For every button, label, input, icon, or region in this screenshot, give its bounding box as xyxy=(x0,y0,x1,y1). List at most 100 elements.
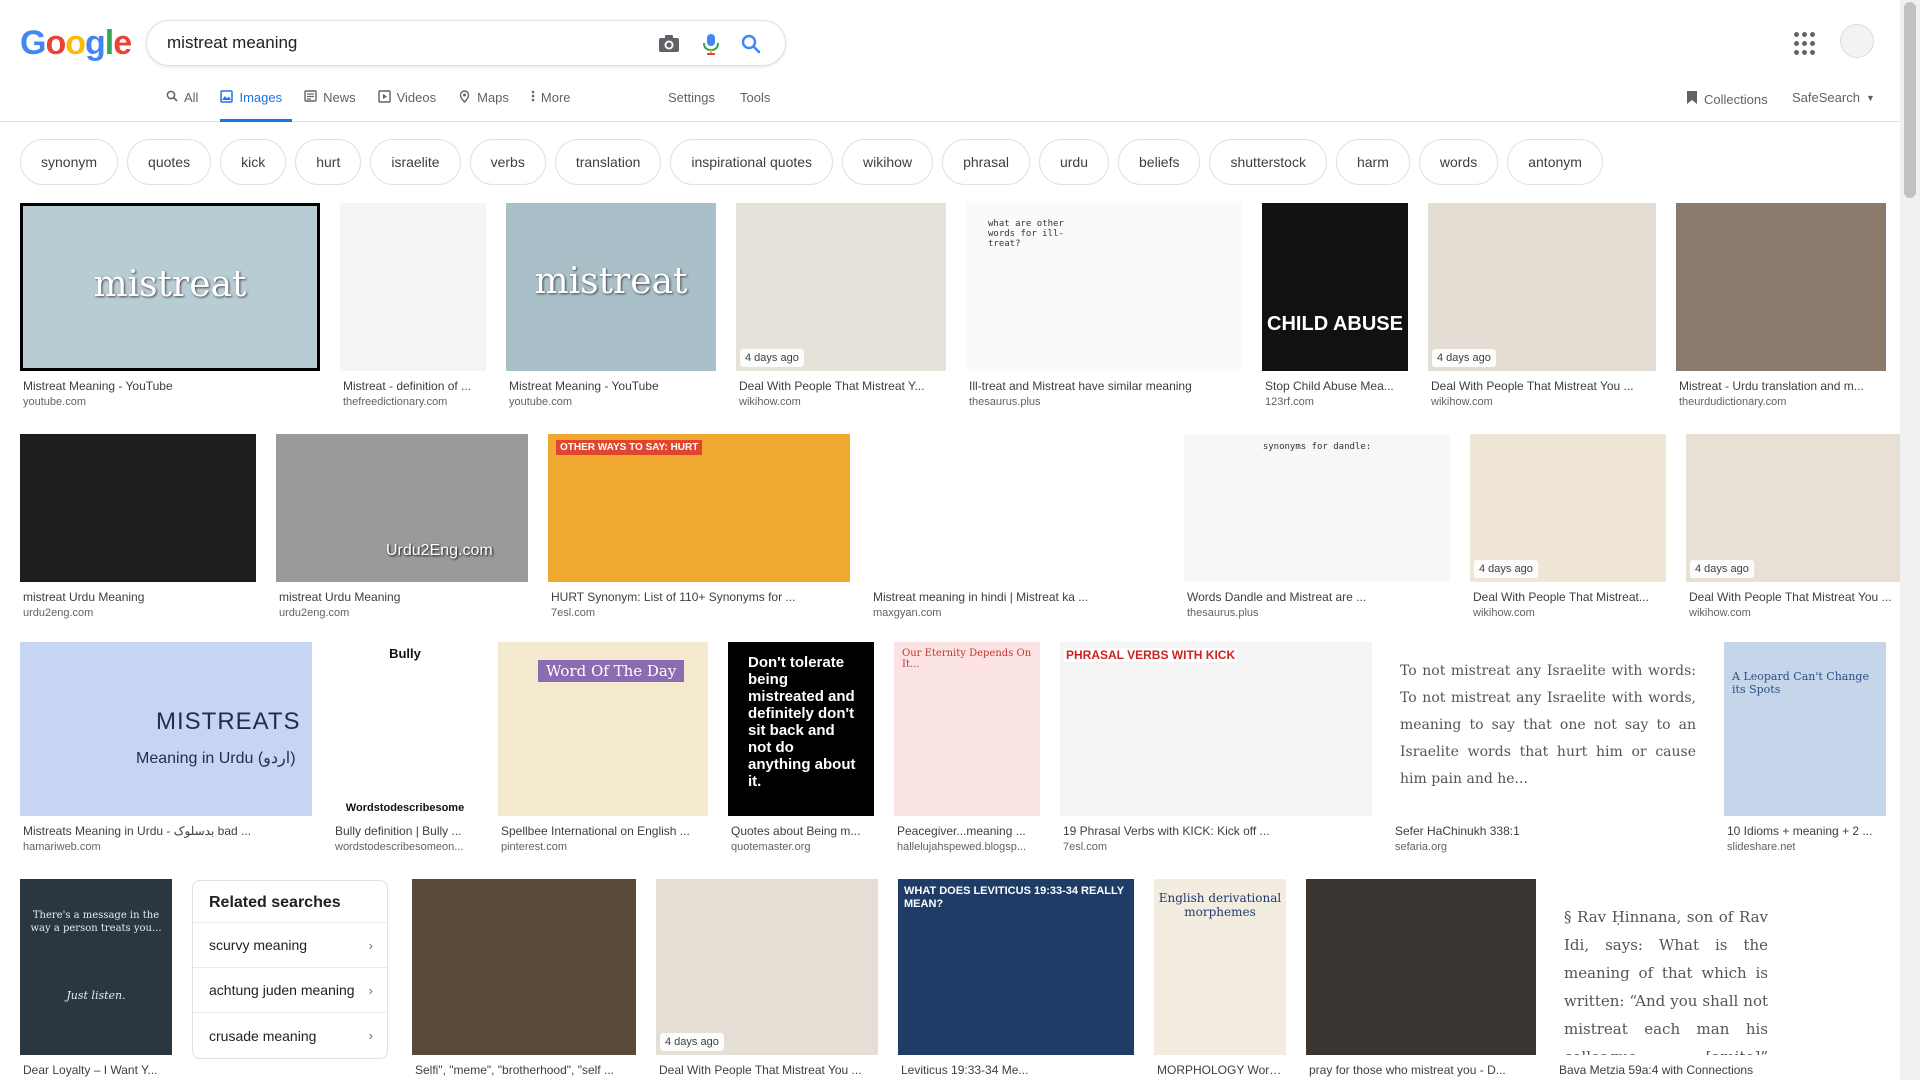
image-thumbnail[interactable]: § Rav Ḥinnana, son of Rav Idi, says: Wha… xyxy=(1556,879,1776,1055)
image-result[interactable]: Selfi", "meme", "brotherhood", "self ... xyxy=(412,879,636,1077)
image-result[interactable]: mistreat Mistreat Meaning - YouTube youtub… xyxy=(20,203,320,408)
image-result[interactable]: mistreat Urdu Meaning urdu2eng.com xyxy=(20,434,256,619)
chip-inspirational-quotes[interactable]: inspirational quotes xyxy=(670,139,834,185)
image-result[interactable]: MISTREATS Meaning in Urdu (اردو) Mistreats… xyxy=(20,642,312,853)
image-thumbnail[interactable]: mistreat xyxy=(20,203,320,371)
image-thumbnail[interactable]: English derivational morphemes xyxy=(1154,879,1286,1055)
image-thumbnail[interactable] xyxy=(20,434,256,582)
tab-news[interactable]: News xyxy=(304,88,366,122)
image-title[interactable]: Mistreat - Urdu translation and m... xyxy=(1676,379,1886,393)
chip-quotes[interactable]: quotes xyxy=(127,139,212,185)
search-icon[interactable] xyxy=(739,32,763,56)
chip-kick[interactable]: kick xyxy=(220,139,287,185)
image-result[interactable]: 4 days ago Deal With People That Mistreat… xyxy=(1428,203,1656,408)
image-title[interactable]: 10 Idioms + meaning + 2 ... xyxy=(1724,824,1886,838)
image-thumbnail[interactable]: OTHER WAYS TO SAY: HURT xyxy=(548,434,850,582)
image-thumbnail[interactable]: PHRASAL VERBS WITH KICK xyxy=(1060,642,1372,816)
image-title[interactable]: Mistreat meaning in hindi | Mistreat ka … xyxy=(870,590,1164,604)
image-thumbnail[interactable]: MISTREATS Meaning in Urdu (اردو) xyxy=(20,642,312,816)
chip-hurt[interactable]: hurt xyxy=(295,139,362,185)
image-title[interactable]: Quotes about Being m... xyxy=(728,824,874,838)
image-thumbnail[interactable] xyxy=(412,879,636,1055)
chip-wikihow[interactable]: wikihow xyxy=(842,139,934,185)
image-title[interactable]: Peacegiver...meaning ... xyxy=(894,824,1040,838)
image-result[interactable]: Mistreat meaning in hindi | Mistreat ka … xyxy=(870,434,1164,619)
image-result[interactable]: Urdu2Eng.com mistreat Urdu Meaning urdu2en… xyxy=(276,434,528,619)
image-thumbnail[interactable]: 4 days ago xyxy=(656,879,878,1055)
image-result[interactable]: Don't tolerate being mistreated and defi… xyxy=(728,642,874,853)
avatar[interactable] xyxy=(1840,24,1874,58)
tab-images[interactable]: Images xyxy=(220,88,293,122)
image-result[interactable]: synonyms for dandle: Words Dandle and Mis… xyxy=(1184,434,1450,619)
image-title[interactable]: Stop Child Abuse Mea... xyxy=(1262,379,1408,393)
image-thumbnail[interactable]: A Leopard Can't Change its Spots xyxy=(1724,642,1886,816)
image-result[interactable]: mistreat Mistreat Meaning - YouTube youtub… xyxy=(506,203,716,408)
image-title[interactable]: Deal With People That Mistreat... xyxy=(1470,590,1666,604)
image-title[interactable]: Mistreat Meaning - YouTube xyxy=(20,379,320,393)
google-logo[interactable]: Google xyxy=(20,24,132,63)
camera-icon[interactable] xyxy=(657,32,681,56)
image-result[interactable]: WHAT DOES LEVITICUS 19:33-34 REALLY MEAN… xyxy=(898,879,1134,1077)
image-result[interactable]: 4 days ago Deal With People That Mistreat… xyxy=(1686,434,1906,619)
image-thumbnail[interactable]: Urdu2Eng.com xyxy=(276,434,528,582)
chip-phrasal[interactable]: phrasal xyxy=(942,139,1030,185)
image-result[interactable]: To not mistreat any Israelite with words… xyxy=(1392,642,1704,853)
apps-grid-icon[interactable] xyxy=(1794,32,1818,56)
image-result[interactable]: CHILD ABUSE Stop Child Abuse Mea... 123rf.… xyxy=(1262,203,1408,408)
image-thumbnail[interactable]: Bully Wordstodescribesome xyxy=(332,642,478,816)
image-result[interactable]: 4 days ago Deal With People That Mistreat… xyxy=(1470,434,1666,619)
tab-videos[interactable]: Videos xyxy=(377,88,447,122)
chip-israelite[interactable]: israelite xyxy=(370,139,461,185)
image-title[interactable]: Deal With People That Mistreat You ... xyxy=(1428,379,1656,393)
image-result[interactable]: OTHER WAYS TO SAY: HURT HURT Synonym: Lis… xyxy=(548,434,850,619)
chip-words[interactable]: words xyxy=(1418,139,1499,185)
image-result[interactable]: what are other words for ill-treat? Ill-t… xyxy=(966,203,1242,408)
image-title[interactable]: Deal With People That Mistreat You ... xyxy=(656,1063,878,1077)
image-result[interactable]: A Leopard Can't Change its Spots 10 Idiom… xyxy=(1724,642,1886,853)
image-thumbnail[interactable] xyxy=(1676,203,1886,371)
image-thumbnail[interactable]: 4 days ago xyxy=(1686,434,1906,582)
image-title[interactable]: MORPHOLOGY Words and their parts.... xyxy=(1154,1063,1286,1077)
settings-link[interactable]: Settings xyxy=(668,90,715,105)
chip-antonym[interactable]: antonym xyxy=(1507,139,1603,185)
image-result[interactable]: § Rav Ḥinnana, son of Rav Idi, says: Wha… xyxy=(1556,879,1776,1077)
image-thumbnail[interactable]: 4 days ago xyxy=(1428,203,1656,371)
chip-shutterstock[interactable]: shutterstock xyxy=(1209,139,1327,185)
image-title[interactable]: Deal With People That Mistreat Y... xyxy=(736,379,946,393)
collections-button[interactable]: Collections xyxy=(1686,90,1768,108)
image-thumbnail[interactable]: 4 days ago xyxy=(1470,434,1666,582)
image-result[interactable]: 4 days ago Deal With People That Mistreat… xyxy=(656,879,878,1077)
image-result[interactable]: Mistreat - Urdu translation and m... theu… xyxy=(1676,203,1886,408)
chip-synonym[interactable]: synonym xyxy=(20,139,119,185)
image-title[interactable]: Leviticus 19:33-34 Me... xyxy=(898,1063,1134,1077)
image-title[interactable]: Sefer HaChinukh 338:1 xyxy=(1392,824,1704,838)
image-title[interactable]: Bava Metzia 59a:4 with Connections xyxy=(1556,1063,1776,1077)
safesearch-button[interactable]: SafeSearch ▼ xyxy=(1792,90,1875,105)
image-thumbnail[interactable]: There's a message in the way a person tr… xyxy=(20,879,172,1055)
image-thumbnail[interactable]: WHAT DOES LEVITICUS 19:33-34 REALLY MEAN… xyxy=(898,879,1134,1055)
image-result[interactable]: Our Eternity Depends On It... Peacegiver.… xyxy=(894,642,1040,853)
image-title[interactable]: mistreat Urdu Meaning xyxy=(20,590,256,604)
search-input[interactable] xyxy=(167,31,637,55)
image-title[interactable]: Mistreat Meaning - YouTube xyxy=(506,379,716,393)
image-result[interactable]: There's a message in the way a person tr… xyxy=(20,879,172,1077)
image-result[interactable]: Word Of The Day Spellbee International on… xyxy=(498,642,708,853)
image-thumbnail[interactable]: Our Eternity Depends On It... xyxy=(894,642,1040,816)
image-thumbnail[interactable]: synonyms for dandle: xyxy=(1184,434,1450,582)
image-thumbnail[interactable] xyxy=(1306,879,1536,1055)
image-thumbnail[interactable]: what are other words for ill-treat? xyxy=(966,203,1242,371)
image-title[interactable]: Selfi", "meme", "brotherhood", "self ... xyxy=(412,1063,636,1077)
image-result[interactable]: English derivational morphemes MORPHOLOGY… xyxy=(1154,879,1286,1077)
image-title[interactable]: Bully definition | Bully ... xyxy=(332,824,478,838)
image-result[interactable]: Mistreat - definition of ... thefreedicti… xyxy=(340,203,486,408)
image-thumbnail[interactable]: CHILD ABUSE xyxy=(1262,203,1408,371)
image-title[interactable]: Spellbee International on English ... xyxy=(498,824,708,838)
tools-link[interactable]: Tools xyxy=(740,90,770,105)
image-title[interactable]: Words Dandle and Mistreat are ... xyxy=(1184,590,1450,604)
image-result[interactable]: Bully Wordstodescribesome Bully definition… xyxy=(332,642,478,853)
image-thumbnail[interactable] xyxy=(340,203,486,371)
chip-harm[interactable]: harm xyxy=(1335,139,1410,185)
image-title[interactable]: 19 Phrasal Verbs with KICK: Kick off ... xyxy=(1060,824,1372,838)
tab-more[interactable]: More xyxy=(531,88,581,122)
chip-verbs[interactable]: verbs xyxy=(469,139,546,185)
